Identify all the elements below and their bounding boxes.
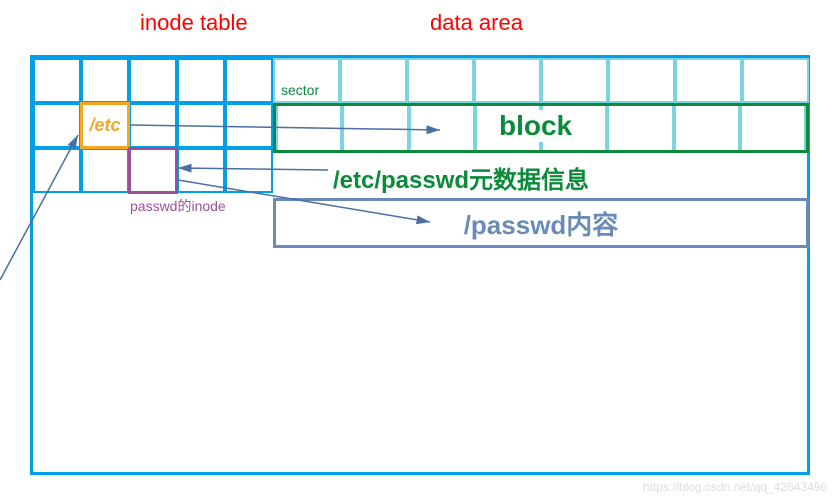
sector-label: sector — [281, 82, 319, 98]
sector-row — [273, 58, 809, 103]
passwd-inode-label: passwd的inode — [130, 196, 226, 216]
heading-data-area: data area — [430, 10, 523, 36]
passwd-content-box: /passwd内容 — [273, 198, 809, 248]
filesystem-diagram-box: /etc passwd的inode sector block /etc/pass… — [30, 55, 810, 475]
etc-passwd-meta-label: /etc/passwd元数据信息 — [333, 160, 589, 195]
block-label: block — [493, 110, 578, 142]
passwd-inode-cell — [128, 147, 178, 194]
watermark-text: https://blog.csdn.net/qq_42643496 — [643, 480, 827, 494]
etc-inode-cell: /etc — [80, 102, 130, 149]
heading-inode-table: inode table — [140, 10, 248, 36]
